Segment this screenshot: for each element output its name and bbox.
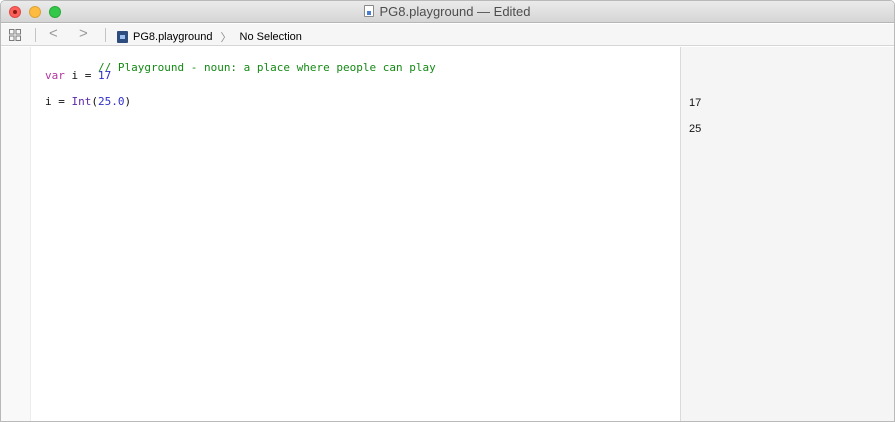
code-paren: ) — [124, 95, 132, 108]
code-line-3[interactable]: i = Int(25.0) — [45, 95, 131, 109]
window-title-area: PG8.playground — Edited — [1, 4, 894, 19]
code-text: i = — [45, 95, 72, 108]
breadcrumb-file[interactable]: PG8.playground — [133, 31, 213, 43]
result-value[interactable]: 17 — [689, 97, 701, 109]
document-icon — [364, 5, 375, 17]
code-keyword: var — [45, 69, 65, 82]
code-number: 25.0 — [98, 95, 125, 108]
playground-file-icon — [117, 31, 128, 43]
results-sidebar: 17 25 — [680, 47, 894, 421]
result-value[interactable]: 25 — [689, 123, 701, 135]
code-line-2[interactable]: var i = 17 — [45, 69, 111, 83]
code-type: Int — [71, 95, 92, 108]
code-comment: // Playground - noun: a place where peop… — [97, 61, 436, 74]
back-button[interactable]: < — [49, 26, 58, 42]
jump-bar: < > PG8.playground 〉 No Selection — [1, 24, 894, 46]
separator — [105, 28, 106, 42]
code-paren: ( — [91, 95, 98, 108]
forward-button[interactable]: > — [79, 26, 88, 42]
line-gutter — [1, 47, 31, 421]
code-number: 17 — [98, 69, 112, 82]
grid-icon[interactable] — [9, 29, 21, 41]
breadcrumb-selection[interactable]: No Selection — [240, 31, 302, 43]
source-editor[interactable]: // Playground - noun: a place where peop… — [1, 47, 680, 421]
xcode-window: PG8.playground — Edited < > PG8.playgrou… — [0, 0, 895, 422]
breadcrumb-chevron-icon: 〉 — [220, 32, 232, 44]
separator — [35, 28, 36, 42]
code-text: i = — [64, 69, 98, 82]
window-title: PG8.playground — Edited — [379, 4, 531, 19]
title-bar: PG8.playground — Edited — [1, 1, 894, 23]
breadcrumb: PG8.playground 〉 No Selection — [117, 29, 302, 45]
